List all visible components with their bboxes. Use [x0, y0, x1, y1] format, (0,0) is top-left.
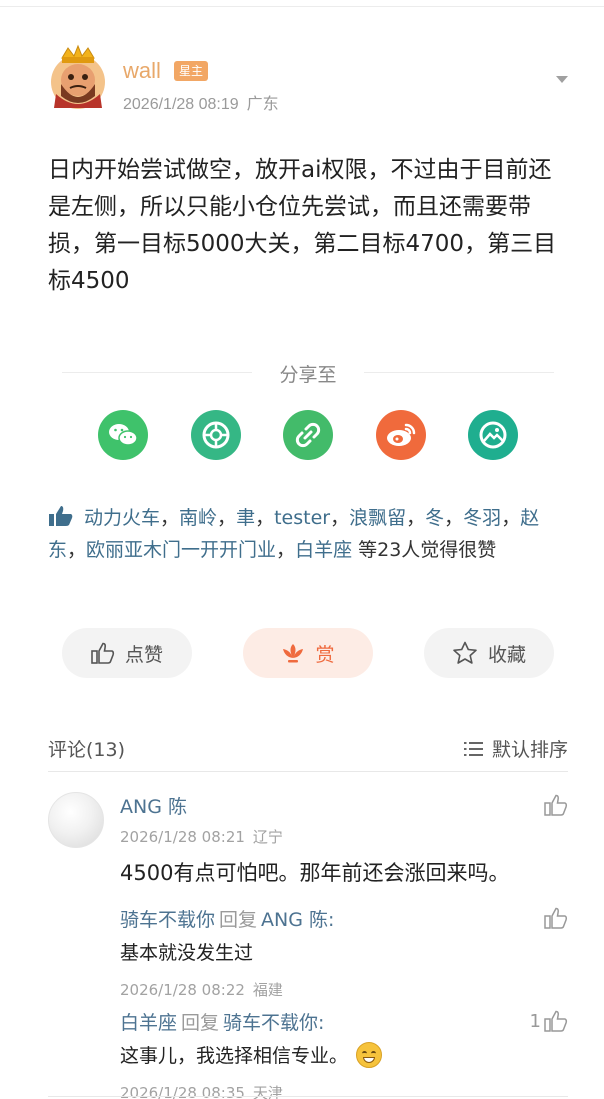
reply-text: 基本就没发生过 — [120, 942, 254, 964]
thumbs-up-outline-icon — [544, 907, 568, 929]
liker-name[interactable]: 南岭 — [179, 507, 217, 529]
reply-time: 2026/1/28 08:22 — [120, 981, 245, 999]
liker-name[interactable]: 动力火车 — [84, 507, 160, 529]
liker-separator: ， — [160, 507, 180, 529]
comments-divider — [48, 771, 568, 772]
liker-name[interactable]: 浪飘留 — [349, 507, 406, 529]
liker-name[interactable]: 白羊座 — [295, 539, 352, 561]
reply-location: 福建 — [252, 981, 283, 999]
post-time: 2026/1/28 08:19 — [123, 96, 239, 113]
bottom-divider — [48, 1096, 568, 1097]
share-title: 分享至 — [279, 364, 337, 386]
comment-text: 4500有点可怕吧。那年前还会涨回来吗。 — [120, 861, 510, 885]
reply-like-button[interactable]: 1 — [530, 1010, 568, 1032]
reply-like-button[interactable] — [541, 907, 568, 929]
link-icon[interactable] — [283, 410, 333, 460]
comment-like-button[interactable] — [544, 794, 568, 816]
liker-name[interactable]: 欧丽亚木门一开开门业 — [86, 539, 276, 561]
reply-header: 白羊座 回复 骑车不载你: — [120, 1008, 382, 1035]
reply-from[interactable]: 骑车不载你 — [120, 909, 215, 931]
lotus-icon — [281, 642, 305, 664]
commenter-name[interactable]: ANG 陈 — [120, 792, 187, 819]
liker-separator: ， — [67, 539, 87, 561]
comment-location: 辽宁 — [252, 828, 283, 846]
reply-item: 白羊座 回复 骑车不载你: 这事儿，我选择相信专业。 2026/1/28 08:35… — [120, 1008, 383, 1099]
reward-button-label: 赏 — [315, 643, 335, 666]
comment-meta: 2026/1/28 08:21 辽宁 — [120, 826, 291, 847]
author-name[interactable]: wall — [123, 58, 161, 84]
liker-name[interactable]: tester — [274, 507, 330, 529]
comment-time: 2026/1/28 08:21 — [120, 828, 245, 846]
reward-button[interactable]: 赏 — [243, 628, 373, 678]
post-header: wall 星主 2026/1/28 08:19 广东 — [48, 44, 578, 114]
moments-icon[interactable] — [191, 410, 241, 460]
comments-header: 评论(13) 默认排序 — [48, 732, 568, 762]
liker-name[interactable]: 冬羽 — [463, 507, 501, 529]
author-avatar[interactable] — [48, 44, 108, 110]
like-button[interactable]: 点赞 — [62, 628, 192, 678]
liker-separator: ， — [406, 507, 426, 529]
reply-from[interactable]: 白羊座 — [120, 1012, 177, 1034]
liker-separator: ， — [255, 507, 275, 529]
reply-colon: : — [318, 1012, 325, 1034]
reply-to[interactable]: ANG 陈 — [261, 909, 328, 931]
owner-badge: 星主 — [174, 61, 209, 81]
thumbs-up-outline-icon — [544, 1010, 568, 1032]
post-location: 广东 — [246, 96, 279, 113]
thumbs-up-outline-icon — [544, 794, 568, 816]
thumbs-up-filled-icon — [48, 505, 74, 536]
liker-separator: ， — [217, 507, 237, 529]
reply-like-count: 1 — [529, 1010, 541, 1032]
favorite-button[interactable]: 收藏 — [424, 628, 554, 678]
star-outline-icon — [452, 641, 478, 665]
share-section-title: 分享至 — [62, 358, 554, 388]
reply-item: 骑车不载你 回复 ANG 陈: 基本就没发生过 2026/1/28 08:22 福建 — [120, 905, 334, 1000]
post-meta: 2026/1/28 08:19 广东 — [123, 90, 287, 114]
share-icons — [98, 410, 518, 460]
liker-name[interactable]: 冬 — [425, 507, 444, 529]
liker-separator: ， — [444, 507, 464, 529]
share-divider-right — [364, 372, 554, 373]
sort-button[interactable]: 默认排序 — [463, 735, 568, 762]
likes-list: 动力火车，南岭，聿，tester，浪飘留，冬，冬羽，赵东，欧丽亚木门一开开门业，… — [48, 504, 572, 565]
reply-text-row: 这事儿，我选择相信专业。 — [120, 1041, 383, 1068]
reply-colon: : — [328, 909, 335, 931]
reply-meta: 2026/1/28 08:22 福建 — [120, 979, 334, 1000]
reply-word: 回复 — [219, 909, 258, 931]
liker-name[interactable]: 聿 — [236, 507, 255, 529]
liker-separator: ， — [330, 507, 350, 529]
wechat-icon[interactable] — [98, 410, 148, 460]
post-content: 日内开始尝试做空，放开ai权限，不过由于目前还是左侧，所以只能小仓位先尝试，而且… — [48, 157, 557, 294]
liker-separator: ， — [501, 507, 521, 529]
reply-word: 回复 — [181, 1012, 220, 1034]
top-divider — [0, 6, 604, 7]
sort-label: 默认排序 — [491, 739, 568, 761]
favorite-button-label: 收藏 — [487, 643, 526, 666]
reply-to[interactable]: 骑车不载你 — [223, 1012, 318, 1034]
more-dropdown-icon[interactable] — [556, 76, 568, 83]
like-button-label: 点赞 — [124, 643, 163, 666]
liker-separator: ， — [276, 539, 296, 561]
weibo-icon[interactable] — [376, 410, 426, 460]
grinning-emoji-icon — [356, 1041, 383, 1068]
album-icon[interactable] — [468, 410, 518, 460]
action-bar: 点赞 赏 收藏 — [62, 628, 554, 678]
thumbs-up-outline-icon — [91, 642, 115, 664]
commenter-avatar[interactable] — [48, 792, 104, 848]
comments-count: 评论(13) — [48, 739, 126, 761]
list-sort-icon — [463, 741, 483, 756]
likes-suffix: 等23人觉得很赞 — [358, 539, 497, 561]
reply-header: 骑车不载你 回复 ANG 陈: — [120, 905, 334, 932]
reply-text: 这事儿，我选择相信专业。 — [120, 1045, 349, 1067]
